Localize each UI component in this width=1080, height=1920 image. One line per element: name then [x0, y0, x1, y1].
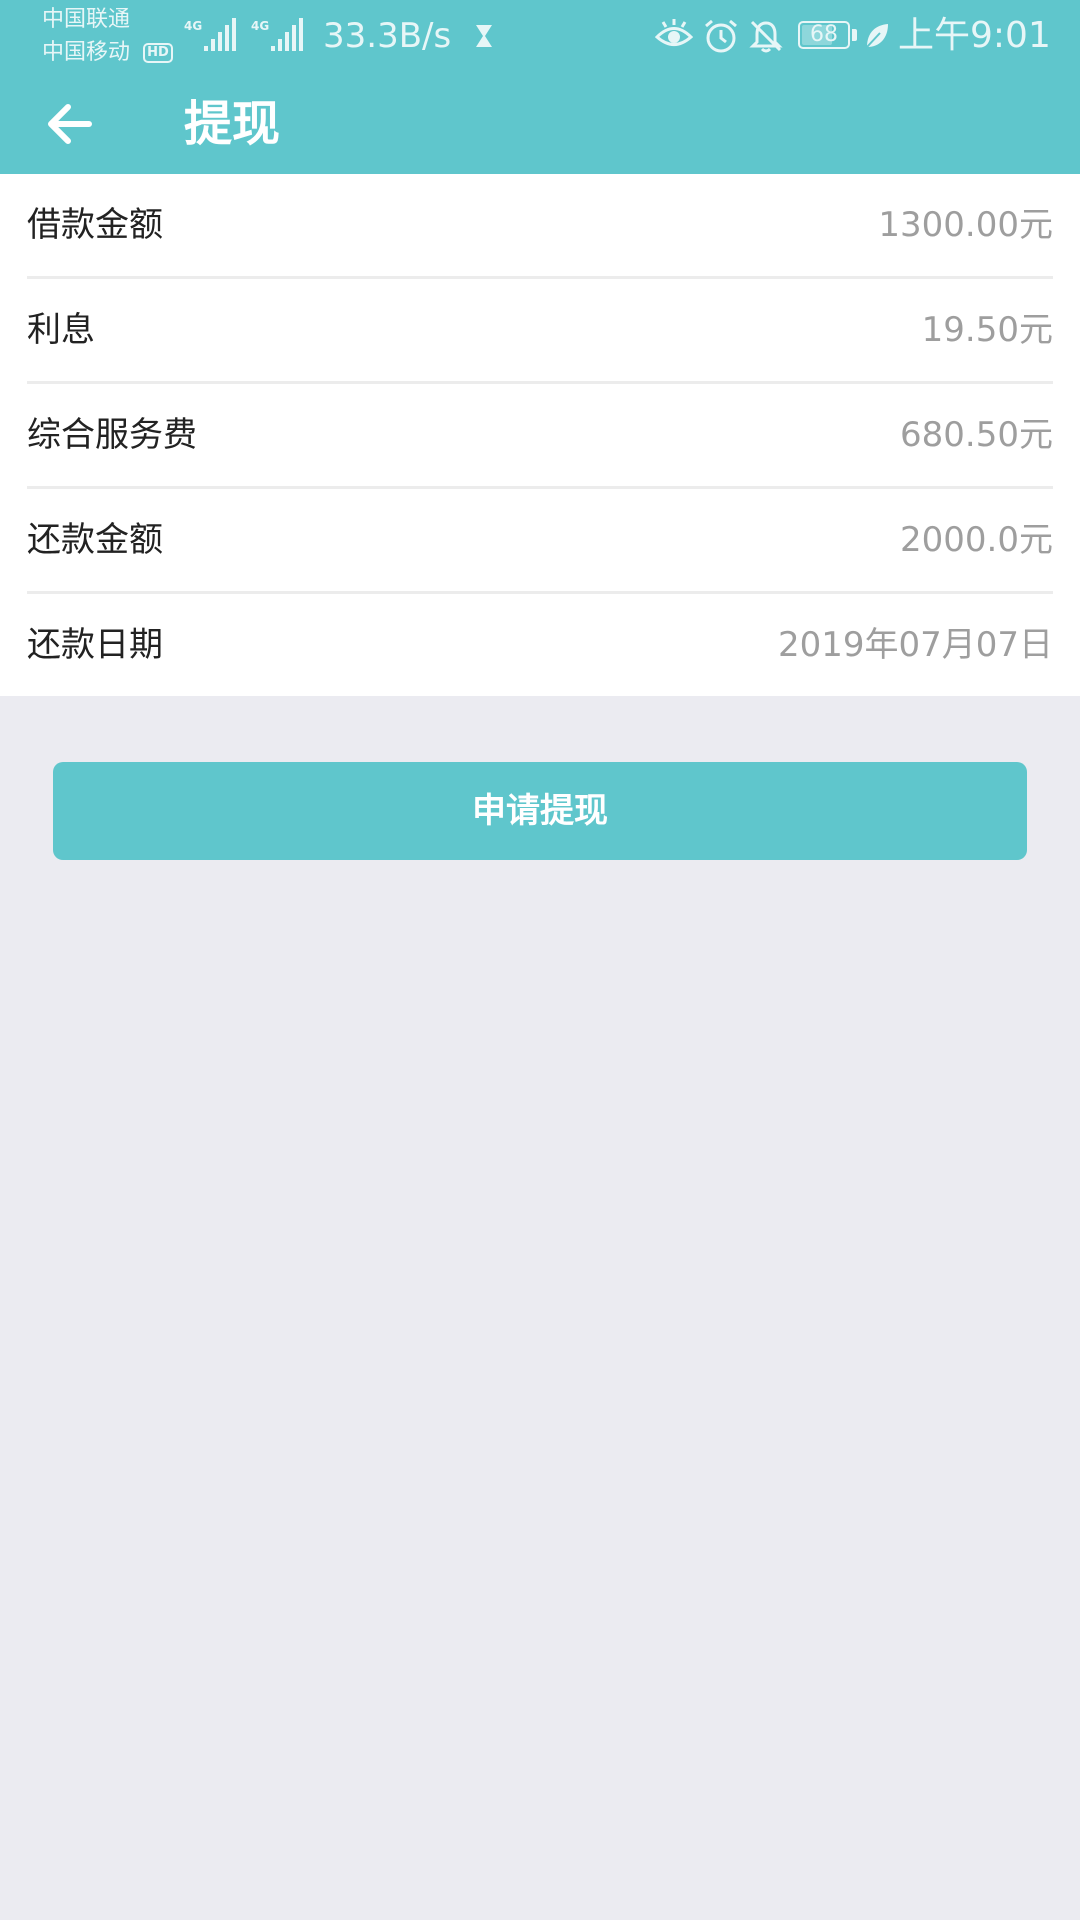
carrier-2-label: 中国移动 — [42, 40, 131, 65]
repay-date-value: 2019年07月07日 — [777, 625, 1053, 665]
service-fee-label: 综合服务费 — [27, 415, 197, 455]
app-header: 中国联通 中国移动 HD 4G 4G 33.3B/s 68 上午9:01 提现 — [0, 0, 1080, 174]
hourglass-icon — [476, 25, 492, 47]
battery-level: 68 — [810, 22, 838, 47]
eye-icon — [655, 19, 693, 46]
status-bar: 中国联通 中国移动 HD 4G 4G 33.3B/s 68 上午9:01 — [0, 0, 1080, 75]
repay-amount-value: 2000.0元 — [900, 520, 1053, 560]
interest-value: 19.50元 — [921, 310, 1053, 350]
carrier-1-label: 中国联通 — [42, 7, 131, 32]
battery-tip — [852, 29, 857, 41]
signal-1-icon: 4G — [184, 18, 236, 51]
net-speed: 33.3B/s — [323, 16, 452, 56]
repay-amount-row: 还款金额 2000.0元 — [0, 489, 1080, 594]
hd-badge: HD — [143, 43, 173, 63]
apply-withdraw-button[interactable]: 申请提现 — [53, 762, 1027, 860]
network-type-2-label: 4G — [251, 19, 269, 33]
bell-off-icon — [749, 20, 783, 53]
interest-label: 利息 — [27, 310, 95, 350]
leaf-icon — [866, 24, 888, 48]
signal-2-icon: 4G — [251, 18, 303, 51]
network-type-1-label: 4G — [184, 19, 202, 33]
alarm-icon — [705, 19, 737, 53]
service-fee-row: 综合服务费 680.50元 — [0, 384, 1080, 489]
battery-icon: 68 — [798, 21, 850, 49]
status-time: 上午9:01 — [898, 15, 1051, 56]
loan-amount-label: 借款金额 — [27, 205, 163, 245]
repay-amount-label: 还款金额 — [27, 520, 163, 560]
page-title: 提现 — [184, 96, 281, 152]
interest-row: 利息 19.50元 — [0, 279, 1080, 384]
withdraw-details-list: 借款金额 1300.00元 利息 19.50元 综合服务费 680.50元 还款… — [0, 174, 1080, 696]
repay-date-label: 还款日期 — [27, 625, 163, 665]
service-fee-value: 680.50元 — [900, 415, 1053, 455]
loan-amount-row: 借款金额 1300.00元 — [0, 174, 1080, 279]
repay-date-row: 还款日期 2019年07月07日 — [0, 594, 1080, 699]
back-button[interactable] — [32, 90, 112, 158]
loan-amount-value: 1300.00元 — [878, 205, 1053, 245]
arrow-left-icon — [48, 104, 92, 144]
